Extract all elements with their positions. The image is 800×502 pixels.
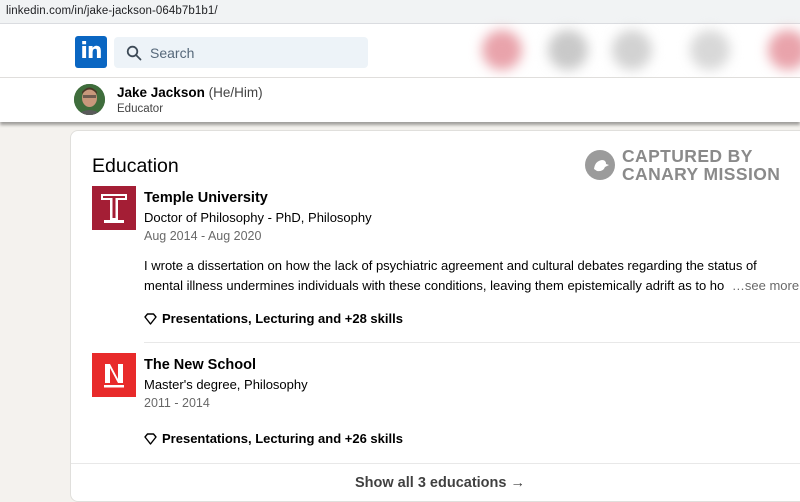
linkedin-logo-icon[interactable]: in [75,36,107,68]
skills-row[interactable]: Presentations, Lecturing and +28 skills [144,311,444,326]
dates: Aug 2014 - Aug 2020 [144,229,262,243]
description: I wrote a dissertation on how the lack o… [144,256,799,296]
diamond-icon [144,313,157,325]
profile-pronouns: (He/Him) [208,85,263,100]
top-navigation: in Search [0,24,800,78]
profile-headline: Educator [117,103,164,115]
watermark: CAPTURED BY CANARY MISSION [585,147,795,183]
see-more-link[interactable]: …see more [732,278,799,293]
avatar-photo-icon [74,84,105,115]
dates: 2011 - 2014 [144,396,210,410]
url-text[interactable]: linkedin.com/in/jake-jackson-064b7b1b1/ [6,5,218,17]
degree: Master's degree, Philosophy [144,377,308,392]
profile-name-line: Jake Jackson (He/Him) [117,85,263,100]
search-input[interactable]: Search [114,37,368,68]
nav-item-blurred[interactable] [482,30,522,70]
nav-item-blurred[interactable] [768,30,800,70]
divider [144,342,800,343]
description-text: mental illness undermines individuals wi… [144,278,725,293]
profile-name: Jake Jackson [117,85,205,100]
search-icon [126,45,142,61]
watermark-line2: CANARY MISSION [622,164,781,184]
nav-item-blurred[interactable] [690,30,730,70]
degree: Doctor of Philosophy - PhD, Philosophy [144,210,372,225]
browser-url-bar[interactable]: linkedin.com/in/jake-jackson-064b7b1b1/ [0,0,800,24]
show-all-educations-button[interactable]: Show all 3 educations → [71,463,800,501]
skills-text: Presentations, Lecturing and +26 skills [162,431,403,446]
watermark-text: CAPTURED BY CANARY MISSION [622,147,780,183]
canary-bird-icon [585,150,615,180]
search-placeholder: Search [150,45,195,61]
description-line: mental illness undermines individuals wi… [144,276,799,296]
school-name[interactable]: The New School [144,357,256,373]
diamond-icon [144,433,157,445]
skills-text: Presentations, Lecturing and +28 skills [162,311,403,326]
description-line: I wrote a dissertation on how the lack o… [144,258,757,273]
nav-item-blurred[interactable] [548,30,588,70]
temple-logo-icon[interactable] [92,186,136,230]
watermark-line1: CAPTURED BY [622,146,753,166]
education-card: Education CAPTURED BY CANARY MISSION Tem… [70,130,800,502]
skills-row[interactable]: Presentations, Lecturing and +26 skills [144,431,444,446]
avatar[interactable] [74,84,105,115]
school-name[interactable]: Temple University [144,190,268,206]
new-school-logo-icon[interactable] [92,353,136,397]
sticky-profile-bar: Jake Jackson (He/Him) Educator [0,78,800,122]
section-title: Education [92,155,179,177]
nav-item-blurred[interactable] [612,30,652,70]
